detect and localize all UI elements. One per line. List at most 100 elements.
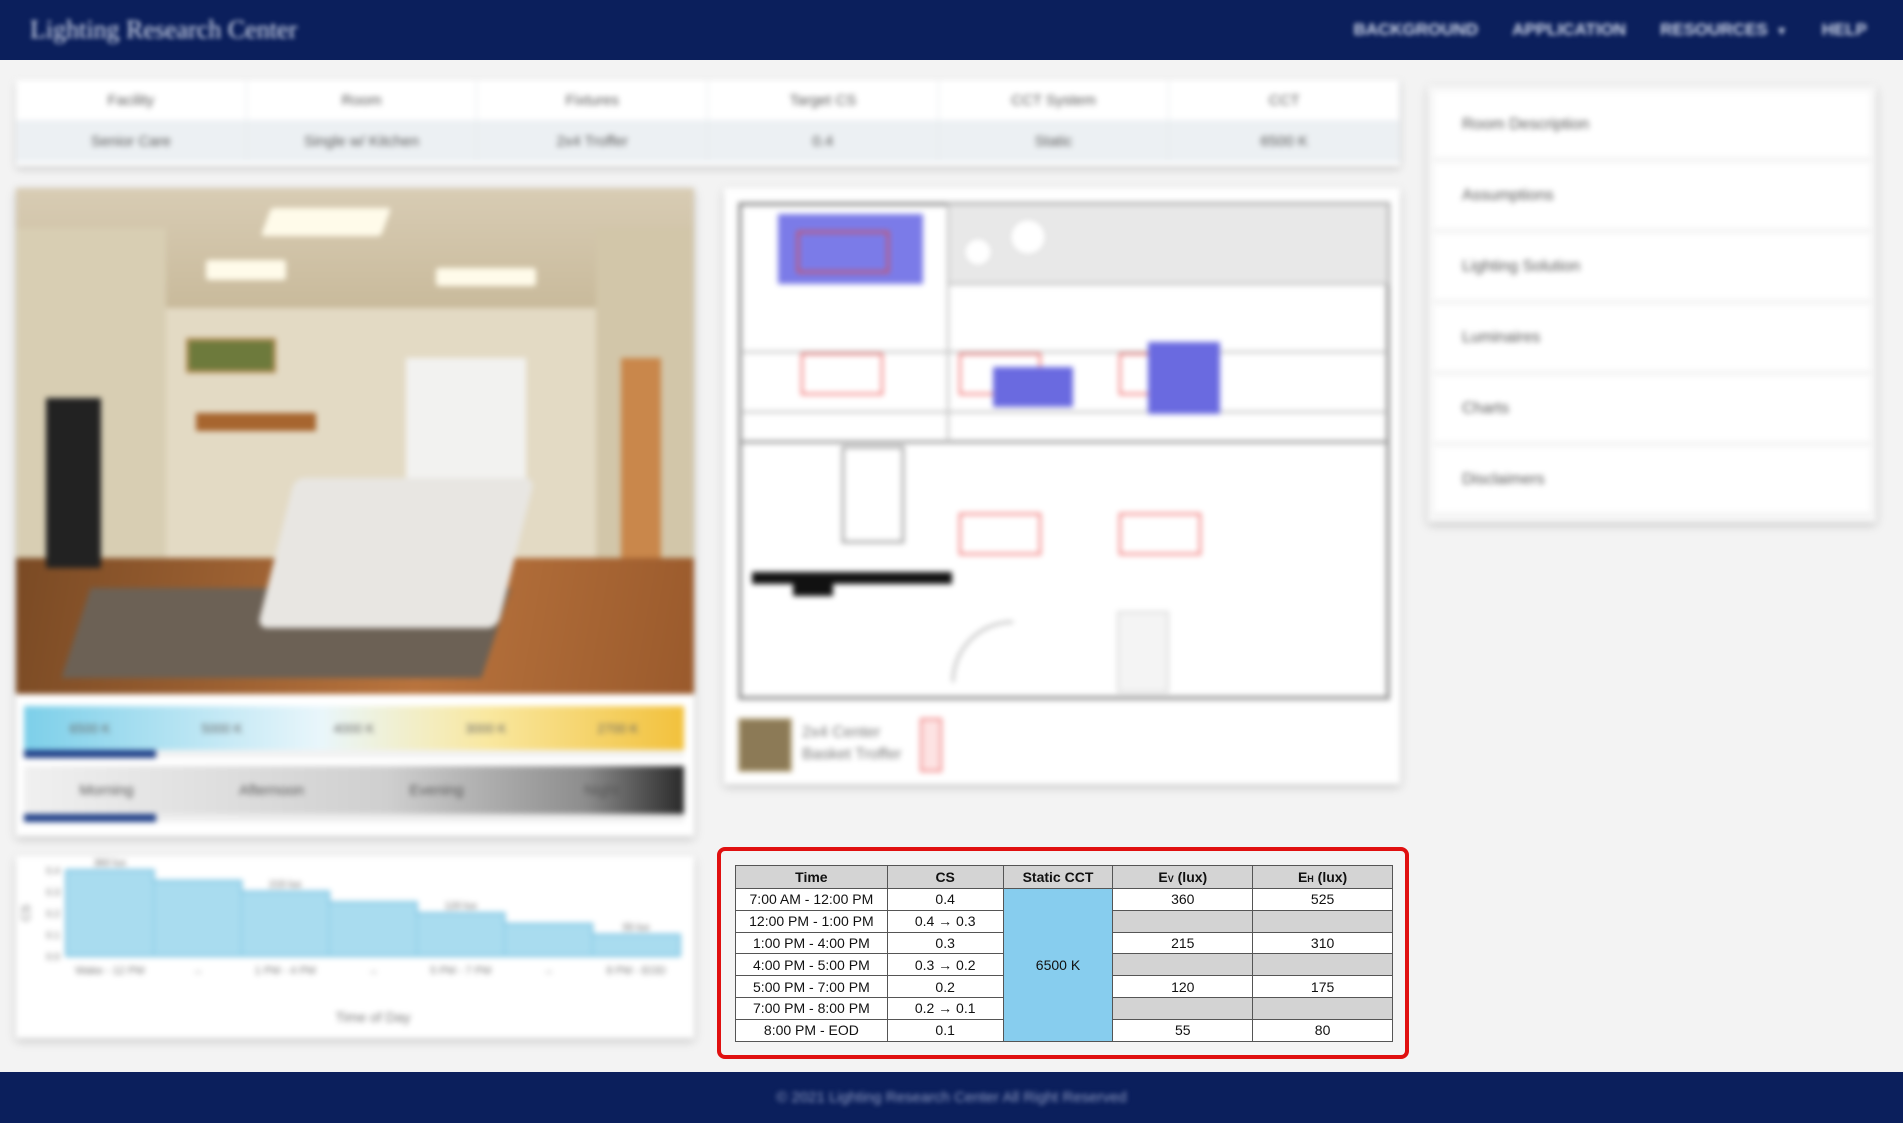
header-ev-main: E [1158,869,1168,885]
info-header-fixtures: Fixtures [477,80,709,120]
luminaire-legend-line2: Basket Troffer [802,746,902,763]
header-ev-sub: V [1167,874,1174,884]
cct-option-2700[interactable]: 2700 K [552,706,684,750]
nav-help[interactable]: HELP [1822,20,1867,40]
scale-bar [752,572,952,584]
cell-cs: 0.4 [886,888,1004,911]
x-tick-label: → [368,965,379,977]
sofa [257,478,535,628]
cell-eh: 175 [1252,975,1393,998]
tod-afternoon[interactable]: Afternoon [189,766,354,814]
cell-cs: 0.1 [886,1018,1004,1042]
cell-ev: 55 [1112,1018,1254,1042]
cct-option-3000[interactable]: 3000 K [420,706,552,750]
details-accordion: Room Description Assumptions Lighting So… [1428,86,1876,522]
time-of-day-selector[interactable]: Morning Afternoon Evening Night [24,766,684,814]
nav-background[interactable]: BACKGROUND [1353,20,1478,40]
cct-option-4000[interactable]: 4000 K [288,706,420,750]
cct-selector[interactable]: 6500 K 5000 K 4000 K 3000 K 2700 K [24,706,684,750]
header-static-cct: Static CCT [1002,865,1114,889]
cell-time: 7:00 PM - 8:00 PM [735,996,888,1020]
tod-morning[interactable]: Morning [24,766,189,814]
cell-cs: 0.3 → 0.2 [886,953,1004,977]
cell-ev: 120 [1112,975,1254,998]
room-rendering-card: 6500 K 5000 K 4000 K 3000 K 2700 K Morni… [16,188,694,836]
door-frame [841,445,905,544]
accordion-charts[interactable]: Charts [1434,376,1870,442]
room-info-strip: Facility Room Fixtures Target CS CCT Sys… [16,80,1401,166]
nav-resources[interactable]: RESOURCES ▼ [1660,20,1788,40]
info-header-facility: Facility [16,80,247,120]
luminaire-legend-text: 2x4 Center Basket Troffer [802,722,901,766]
info-value-facility: Senior Care [16,120,247,162]
info-header-row: Facility Room Fixtures Target CS CCT Sys… [16,80,1401,120]
accordion-assumptions[interactable]: Assumptions [1434,163,1870,229]
header-eh-unit: (lux) [1313,869,1348,885]
schedule-highlight-frame: Time CS Static CCT EV (lux) EH (lux) 7:0… [717,847,1409,1059]
info-value-fixtures: 2x4 Troffer [477,120,709,162]
y-tick-label: 0.1 [46,931,60,942]
y-tick-label: 0.0 [46,952,60,963]
cell-eh: 310 [1252,931,1393,955]
cell-cs: 0.4 → 0.3 [886,909,1004,933]
info-header-target-cs: Target CS [708,80,939,120]
info-value-row: Senior Care Single w/ Kitchen 2x4 Troffe… [16,120,1401,162]
y-axis-label: CS [19,905,33,922]
highlight-zone [993,367,1073,407]
data-annotation: 120 lux [445,901,477,912]
tod-progress-fill [24,814,156,822]
x-tick-label: → [192,965,203,977]
cct-option-6500[interactable]: 6500 K [24,706,156,750]
accordion-lighting-solution[interactable]: Lighting Solution [1434,234,1870,300]
info-value-cct-system: Static [939,120,1170,162]
cell-ev: 360 [1112,888,1254,911]
dining-table [196,413,316,431]
luminaire-thumbnail [738,718,792,772]
floor-plan-drawing [738,202,1390,700]
header-time: Time [735,865,888,889]
header-cs: CS [886,865,1004,889]
tod-evening[interactable]: Evening [354,766,519,814]
cell-ev [1112,953,1254,977]
cell-time: 7:00 AM - 12:00 PM [735,888,888,911]
cell-eh [1252,953,1393,977]
cell-eh [1252,909,1393,933]
footer-copyright: © 2021 Lighting Research Center All Righ… [776,1089,1127,1106]
cell-time: 12:00 PM - 1:00 PM [735,909,888,933]
scale-bar [793,584,833,596]
brand-logo-text[interactable]: Lighting Research Center [30,15,297,45]
accordion-room-description[interactable]: Room Description [1434,92,1870,158]
x-tick-label: 5 PM - 7 PM [430,965,491,977]
cell-static-cct: 6500 K [1002,888,1114,1042]
ceiling-light [260,208,392,236]
info-header-cct: CCT [1169,80,1401,120]
header-ev: EV (lux) [1112,865,1254,889]
main-nav: BACKGROUND APPLICATION RESOURCES ▼ HELP [1353,20,1867,40]
cct-progress-track [24,750,684,758]
cell-ev [1112,909,1254,933]
cct-option-5000[interactable]: 5000 K [156,706,288,750]
x-axis-label: Time of Day [336,1009,411,1025]
door [621,358,661,558]
header-eh-sub: H [1307,874,1314,884]
fixture-round [1009,218,1047,256]
info-value-room: Single w/ Kitchen [247,120,478,162]
floor-plan-card: 2x4 Center Basket Troffer [724,188,1400,784]
info-header-room: Room [247,80,478,120]
wall-picture [186,338,276,373]
header-eh-main: E [1297,869,1308,885]
cell-time: 8:00 PM - EOD [735,1018,888,1042]
accordion-disclaimers[interactable]: Disclaimers [1434,447,1870,513]
accordion-luminaires[interactable]: Luminaires [1434,305,1870,371]
info-value-target-cs: 0.4 [708,120,939,162]
cell-time: 1:00 PM - 4:00 PM [735,931,888,955]
y-tick-label: 0.4 [46,866,60,877]
kitchen-cabinets [406,358,526,478]
fixture-round [963,237,993,267]
nav-application[interactable]: APPLICATION [1512,20,1626,40]
y-tick-label: 0.3 [46,888,60,899]
tod-night[interactable]: Night [519,766,684,814]
troffer-fixture [959,513,1041,555]
troffer-fixture [1119,513,1201,555]
luminaire-legend-line1: 2x4 Center [802,724,881,741]
